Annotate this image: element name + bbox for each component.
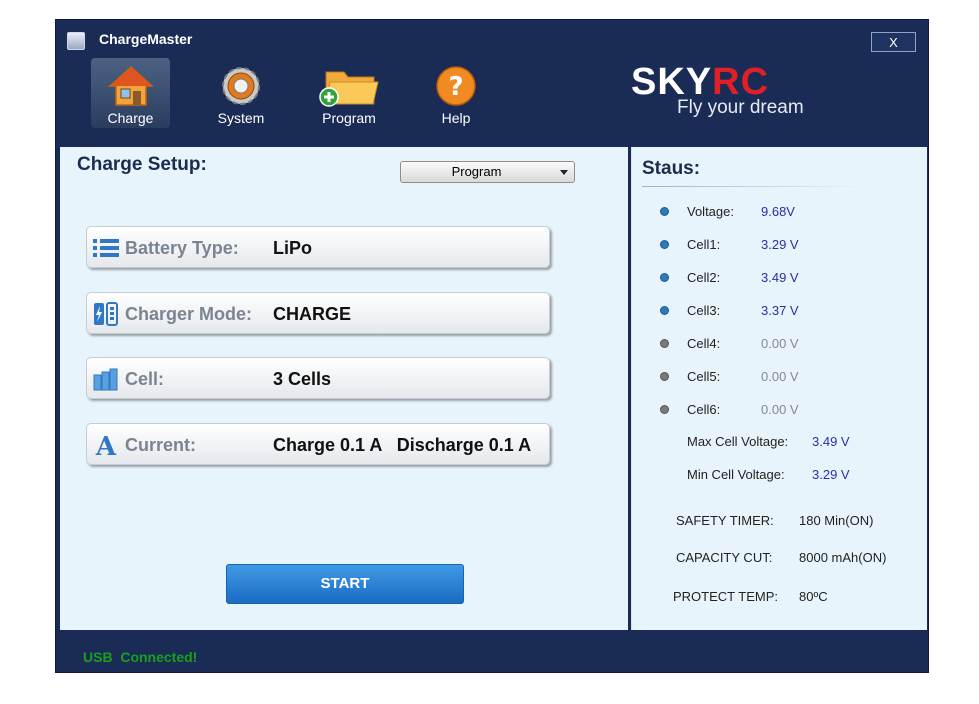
cell3-value: 3.37 V — [761, 303, 799, 318]
charger-mode-label: Charger Mode: — [125, 304, 253, 324]
current-row[interactable]: A Current: Charge 0.1 A Discharge 0.1 A — [86, 423, 550, 465]
folder-add-icon — [319, 71, 379, 107]
status-row-cell2: Cell2: 3.49 V — [632, 268, 927, 288]
battery-type-row[interactable]: Battery Type: LiPo — [86, 226, 550, 268]
cell-row[interactable]: Cell: 3 Cells — [86, 357, 550, 399]
voltage-value: 9.68V — [761, 204, 795, 219]
status-row-voltage: Voltage: 9.68V — [632, 202, 927, 222]
cell-label: Cell: — [125, 369, 165, 389]
capacity-cut-value: 8000 mAh(ON) — [799, 550, 887, 565]
current-label: Current: — [125, 435, 196, 455]
cell2-label: Cell2: — [687, 270, 721, 285]
cell1-value: 3.29 V — [761, 237, 799, 252]
usb-status-text: USB Connected! — [83, 649, 198, 665]
charge-setup-title: Charge Setup: — [77, 154, 207, 175]
status-row-cell1: Cell1: 3.29 V — [632, 235, 927, 255]
max-cell-voltage-label: Max Cell Voltage: — [687, 434, 789, 449]
status-dot-icon — [661, 241, 668, 248]
help-icon: ? — [436, 66, 476, 106]
cell-value: 3 Cells — [273, 369, 332, 389]
safety-timer-label: SAFETY TIMER: — [676, 513, 774, 528]
max-cell-voltage-value: 3.49 V — [812, 434, 850, 449]
status-divider — [642, 186, 867, 187]
battery-mode-icon — [94, 302, 118, 326]
gear-icon — [222, 67, 260, 105]
program-select-value: Program — [451, 164, 502, 179]
house-icon — [107, 65, 154, 106]
cell5-value: 0.00 V — [761, 369, 799, 384]
cell2-value: 3.49 V — [761, 270, 799, 285]
status-dot-icon — [661, 373, 668, 380]
status-row-cell6: Cell6: 0.00 V — [632, 400, 927, 420]
current-value: Charge 0.1 A Discharge 0.1 A — [273, 435, 532, 455]
toolbar-charge-label: Charge — [107, 110, 154, 126]
status-panel: Staus: Voltage: 9.68V Cell1: 3.29 V Cell… — [631, 147, 927, 630]
cell3-label: Cell3: — [687, 303, 721, 318]
toolbar-program-button[interactable]: Program — [309, 58, 389, 128]
skyrc-logo: SKYRC — [631, 62, 769, 102]
cell5-label: Cell5: — [687, 369, 721, 384]
toolbar-charge-button[interactable]: Charge — [91, 58, 170, 128]
cell6-label: Cell6: — [687, 402, 721, 417]
close-button[interactable]: X — [871, 32, 916, 52]
window-title: ChargeMaster — [99, 31, 193, 47]
chevron-down-icon — [560, 170, 568, 175]
toolbar-help-label: Help — [441, 110, 471, 126]
status-dot-icon — [661, 208, 668, 215]
capacity-cut-label: CAPACITY CUT: — [676, 550, 773, 565]
status-row-cell4: Cell4: 0.00 V — [632, 334, 927, 354]
status-row-cell3: Cell3: 3.37 V — [632, 301, 927, 321]
toolbar-system-label: System — [217, 110, 265, 126]
cells-icon — [93, 368, 118, 391]
protect-temp-value: 80ºC — [799, 589, 828, 604]
svg-text:A: A — [95, 433, 117, 457]
status-dot-icon — [661, 307, 668, 314]
battery-type-label: Battery Type: — [125, 238, 239, 258]
battery-type-value: LiPo — [273, 238, 312, 258]
voltage-label: Voltage: — [687, 204, 734, 219]
protect-temp-label: PROTECT TEMP: — [673, 589, 778, 604]
status-dot-icon — [661, 274, 668, 281]
safety-timer-value: 180 Min(ON) — [799, 513, 874, 528]
current-icon: A — [95, 433, 117, 457]
cell4-value: 0.00 V — [761, 336, 799, 351]
brand-tagline: Fly your dream — [677, 97, 804, 118]
status-dot-icon — [661, 340, 668, 347]
charger-mode-value: CHARGE — [273, 304, 352, 324]
svg-text:?: ? — [448, 72, 463, 102]
cell1-label: Cell1: — [687, 237, 721, 252]
charge-setup-panel: Charge Setup: Program Battery Type: LiPo… — [60, 147, 628, 630]
toolbar-help-button[interactable]: ? Help — [416, 58, 496, 128]
min-cell-voltage-label: Min Cell Voltage: — [687, 467, 785, 482]
charger-mode-row[interactable]: Charger Mode: CHARGE — [86, 292, 550, 334]
cell6-value: 0.00 V — [761, 402, 799, 417]
toolbar-system-button[interactable]: System — [201, 58, 281, 128]
status-bar: USB Connected! — [56, 630, 928, 672]
app-icon — [67, 32, 85, 50]
status-dot-icon — [661, 406, 668, 413]
start-button[interactable]: START — [226, 564, 464, 604]
main-window: ChargeMaster X Charge System Program ? H… — [55, 19, 929, 673]
program-select[interactable]: Program — [400, 161, 575, 183]
toolbar-program-label: Program — [322, 110, 376, 126]
min-cell-voltage-value: 3.29 V — [812, 467, 850, 482]
cell4-label: Cell4: — [687, 336, 721, 351]
status-row-cell5: Cell5: 0.00 V — [632, 367, 927, 387]
status-title: Staus: — [642, 158, 701, 179]
list-icon — [93, 239, 119, 257]
